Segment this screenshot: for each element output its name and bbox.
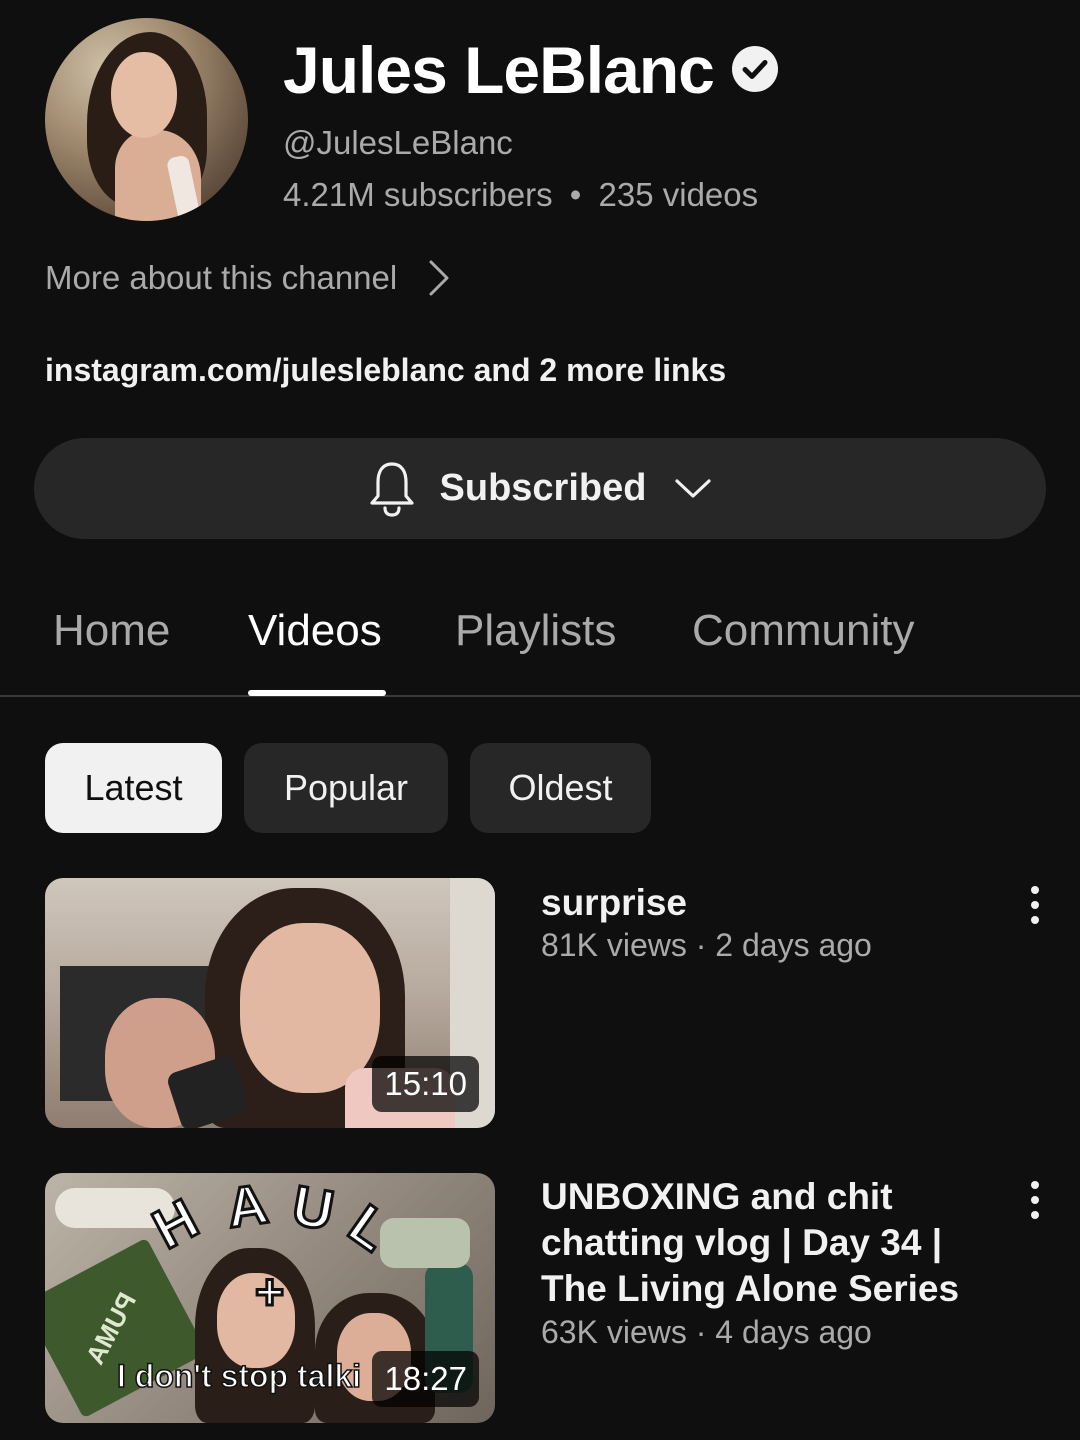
stats-separator: • [569,176,582,213]
channel-avatar[interactable] [45,18,248,221]
video-title[interactable]: UNBOXING and chit chatting vlog | Day 34… [541,1174,991,1312]
channel-tabs: Home Videos Playlists Community [0,590,1080,697]
subscriber-count: 4.21M subscribers [283,176,553,213]
channel-stats: 4.21M subscribers • 235 videos [283,176,758,214]
thumbnail-face [240,923,380,1093]
verified-check-icon [732,46,778,92]
tab-home[interactable]: Home [53,606,170,656]
thumbnail-haul-u: U [286,1173,340,1244]
channel-handle: @JulesLeBlanc [283,124,513,161]
avatar-face [111,52,177,138]
video-meta: 81K views · 2 days ago [541,927,872,963]
filter-chip-oldest[interactable]: Oldest [470,743,651,833]
thumbnail-caption: I don't stop talki [116,1357,362,1395]
video-meta: 63K views · 4 days ago [541,1314,872,1350]
filter-chip-latest[interactable]: Latest [45,743,222,833]
more-about-channel-link[interactable]: More about this channel [45,258,451,298]
subscribed-button[interactable]: Subscribed [34,438,1046,539]
video-duration: 15:10 [372,1056,479,1112]
tab-community[interactable]: Community [692,606,915,656]
more-options-icon[interactable] [1018,1179,1052,1221]
video-title[interactable]: surprise [541,880,991,926]
tab-videos[interactable]: Videos [248,606,382,656]
channel-links[interactable]: instagram.com/julesleblanc and 2 more li… [45,352,726,389]
video-thumbnail[interactable]: 15:10 [45,878,495,1128]
active-tab-indicator [248,690,386,696]
more-about-label: More about this channel [45,259,398,296]
bell-icon [369,461,414,517]
chevron-down-icon [675,478,712,498]
channel-name: Jules LeBlanc [283,33,715,107]
channel-page: Jules LeBlanc @JulesLeBlanc 4.21M subscr… [0,0,1080,1440]
thumbnail-plus: + [253,1263,285,1322]
more-options-icon[interactable] [1018,884,1052,926]
filter-chip-popular[interactable]: Popular [244,743,448,833]
chevron-right-icon [429,260,449,296]
subscribed-label: Subscribed [439,467,647,509]
video-count: 235 videos [598,176,759,213]
tab-playlists[interactable]: Playlists [455,606,616,656]
thumbnail-haul-a: A [221,1173,273,1241]
video-thumbnail[interactable]: PUMA H A U L + I don't stop talki 18:27 [45,1173,495,1423]
video-duration: 18:27 [372,1351,479,1407]
thumbnail-slipper [380,1218,470,1268]
